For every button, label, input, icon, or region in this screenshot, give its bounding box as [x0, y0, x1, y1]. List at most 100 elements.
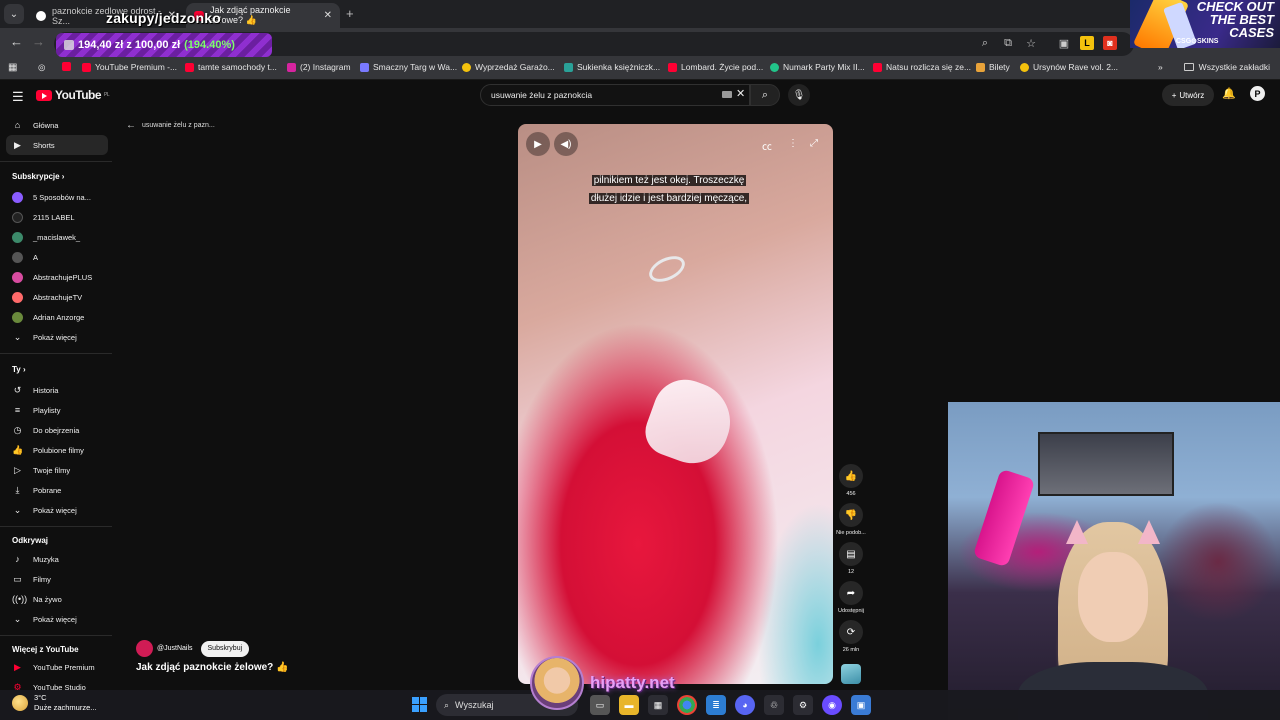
sidebar-item-films[interactable]: ▭ Filmy — [6, 569, 108, 589]
remix-button[interactable]: ⟳ 26 mln — [836, 620, 866, 653]
sidebar-item-history[interactable]: ↺ Historia — [6, 380, 108, 400]
stream-overlay-title: zakupy/jedzonko — [106, 10, 222, 26]
youtube-masthead: ☰ YouTube PL usuwanie żelu z paznokcia ✕ … — [0, 81, 1280, 111]
folder-icon — [1183, 63, 1194, 71]
sidebar-item-music[interactable]: ♪ Muzyka — [6, 549, 108, 569]
bookmark-item[interactable]: Bilety — [976, 62, 1010, 72]
search-button[interactable]: ⌕ — [750, 84, 780, 106]
back-arrow-icon[interactable]: ← — [10, 34, 23, 49]
bookmark-item[interactable]: (2) Instagram — [287, 62, 351, 72]
extension-red-icon[interactable]: ◙ — [1103, 36, 1117, 50]
zoom-icon[interactable]: ⌕ — [978, 36, 992, 50]
menu-icon[interactable]: ☰ — [12, 89, 24, 105]
bookmark-item[interactable]: Sukienka księżniczk... — [564, 62, 660, 72]
streamer-webcam — [948, 402, 1280, 720]
tab-search-button[interactable]: ⌄ — [4, 4, 24, 24]
subscriptions-header[interactable]: Subskrypcje › — [12, 172, 64, 181]
keyboard-icon[interactable] — [722, 91, 732, 98]
sidebar-item-your-videos[interactable]: ▷ Twoje filmy — [6, 460, 108, 480]
voice-search-button[interactable]: 🎙 — [788, 84, 810, 106]
weather-widget[interactable]: 3°C Duże zachmurze... — [12, 693, 97, 713]
bookmark-item[interactable]: Wyprzedaż Garażo... — [462, 62, 555, 72]
sidebar-item-subscription[interactable]: AbstrachujePLUS — [6, 267, 108, 287]
bookmark-youtube[interactable] — [62, 62, 71, 71]
bookmark-item[interactable]: Numark Party Mix II... — [770, 62, 865, 72]
like-icon: 👍 — [839, 464, 863, 488]
settings-icon[interactable]: ⚙ — [793, 695, 813, 715]
sidebar-item-shorts[interactable]: ▶ Shorts — [6, 135, 108, 155]
account-avatar[interactable]: P — [1250, 86, 1265, 101]
notifications-bell-icon[interactable]: 🔔 — [1222, 87, 1236, 100]
dislike-button[interactable]: 👎 Nie podob... — [836, 503, 866, 536]
sidebar-item-youtube-premium[interactable]: ▶ YouTube Premium — [6, 657, 108, 677]
app-icon[interactable]: ♲ — [764, 695, 784, 715]
sidebar-item-subscription[interactable]: A — [6, 247, 108, 267]
channel-avatar[interactable] — [136, 640, 153, 657]
obs-icon[interactable]: ◉ — [822, 695, 842, 715]
discord-icon[interactable]: ◕ — [735, 695, 755, 715]
chrome-icon[interactable] — [677, 695, 697, 715]
sidebar-item-playlists[interactable]: ≡ Playlisty — [6, 400, 108, 420]
create-button[interactable]: + Utwórz — [1162, 84, 1214, 106]
show-more-subscriptions[interactable]: ⌄ Pokaż więcej — [6, 327, 108, 347]
watermark-text: hipatty.net — [590, 673, 675, 692]
extension-icon[interactable]: ▣ — [1057, 36, 1071, 50]
sidebar-item-live[interactable]: ((•)) Na żywo — [6, 589, 108, 609]
clear-search-icon[interactable]: ✕ — [736, 87, 745, 100]
video-caption: pilnikiem też jest okej. Troszeczkę dłuż… — [588, 175, 750, 204]
new-tab-button[interactable]: + — [346, 6, 354, 21]
windows-start-icon[interactable] — [412, 697, 427, 712]
youtube-logo[interactable]: YouTube PL — [36, 88, 110, 102]
play-button[interactable]: ▶ — [526, 132, 550, 156]
share-button[interactable]: ➦ Udostępnij — [836, 581, 866, 614]
bookmark-item[interactable]: Ursynów Rave vol. 2... — [1020, 62, 1118, 72]
bookmark-item[interactable]: Smaczny Targ w Wa... — [360, 62, 457, 72]
sidebar-item-watch-later[interactable]: ◷ Do obejrzenia — [6, 420, 108, 440]
close-tab-icon[interactable]: ✕ — [324, 10, 332, 21]
back-to-search-link[interactable]: ← usuwanie żelu z pazn... — [126, 120, 215, 131]
channel-info: @JustNails Subskrybuj — [136, 640, 250, 657]
sidebar-item-downloads[interactable]: ⤓ Pobrane — [6, 480, 108, 500]
forward-arrow-icon[interactable]: → — [32, 34, 45, 49]
star-bookmark-icon[interactable]: ☆ — [1024, 36, 1038, 50]
playlist-icon: ≡ — [14, 405, 21, 415]
volume-button[interactable]: ◀) — [554, 132, 578, 156]
more-options-icon[interactable]: ⋮ — [788, 138, 798, 149]
show-more-you[interactable]: ⌄ Pokaż więcej — [6, 500, 108, 520]
subscribe-button[interactable]: Subskrybuj — [200, 640, 250, 657]
streamer-avatar — [530, 656, 584, 710]
show-more-explore[interactable]: ⌄ Pokaż więcej — [6, 609, 108, 629]
you-header[interactable]: Ty › — [12, 365, 26, 374]
donation-goal-percent: (194.40%) — [184, 39, 235, 51]
download-icon: ⤓ — [15, 484, 20, 495]
like-button[interactable]: 👍 456 — [836, 464, 866, 497]
captions-icon[interactable]: ㏄ — [762, 138, 772, 153]
more-bookmarks-icon[interactable]: » — [1158, 62, 1163, 72]
audio-thumbnail[interactable] — [841, 664, 861, 684]
notepad-icon[interactable]: ≣ — [706, 695, 726, 715]
extension-yellow-icon[interactable]: L — [1080, 36, 1094, 50]
bookmark-item[interactable]: YouTube Premium -... — [82, 62, 177, 72]
sidebar-item-subscription[interactable]: AbstrachujeTV — [6, 287, 108, 307]
bookmark-item[interactable]: tamte samochody t... — [185, 62, 277, 72]
sidebar-item-home[interactable]: ⌂ Główna — [6, 115, 108, 135]
ad-headline: CHECK OUT THE BEST CASES — [1196, 0, 1274, 40]
bookmark-item[interactable]: Natsu rozlicza się ze... — [873, 62, 971, 72]
channel-avatar — [12, 311, 23, 323]
sidebar-item-subscription[interactable]: 2115 LABEL — [6, 207, 108, 227]
bookmark-item[interactable]: Lombard. Życie pod... — [668, 62, 763, 72]
sidebar-item-subscription[interactable]: _macislawek_ — [6, 227, 108, 247]
all-bookmarks-folder[interactable]: Wszystkie zakładki — [1183, 62, 1270, 72]
sidebar-item-subscription[interactable]: Adrian Anzorge — [6, 307, 108, 327]
bookmark-icon[interactable]: ◎ — [38, 62, 45, 73]
sidebar-item-subscription[interactable]: 5 Sposobów na... — [6, 187, 108, 207]
sidebar-item-liked[interactable]: 👍 Polubione filmy — [6, 440, 108, 460]
search-input[interactable]: usuwanie żelu z paznokcia — [480, 84, 750, 106]
channel-name[interactable]: @JustNails — [157, 645, 193, 652]
comments-button[interactable]: ▤ 12 — [836, 542, 866, 575]
app-icon[interactable]: ▣ — [851, 695, 871, 715]
stream-ad-banner: CHECK OUT THE BEST CASES CSG⊙SKINS — [1130, 0, 1280, 48]
fullscreen-icon[interactable]: ⤢ — [810, 138, 818, 149]
apps-grid-icon[interactable]: ▦ — [8, 62, 17, 73]
install-icon[interactable]: ⧉ — [1001, 36, 1015, 50]
